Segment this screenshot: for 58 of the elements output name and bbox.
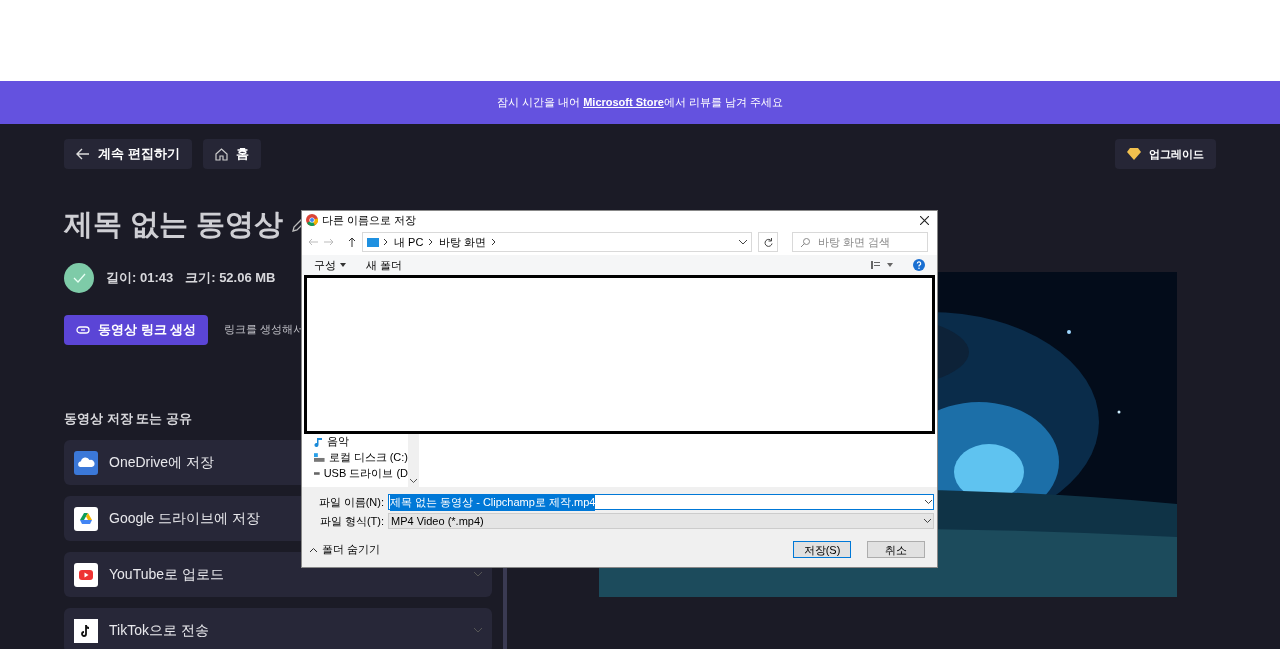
refresh-button[interactable] <box>758 232 778 252</box>
home-icon <box>214 147 228 161</box>
dialog-title: 다른 이름으로 저장 <box>322 212 417 228</box>
chevron-down-icon <box>474 572 482 577</box>
section-heading: 동영상 저장 또는 공유 <box>64 409 193 428</box>
monitor-icon <box>367 237 379 247</box>
store-link[interactable]: Microsoft Store <box>583 96 664 109</box>
chevron-down-icon <box>474 628 482 633</box>
chevron-down-icon <box>924 518 931 523</box>
link-icon <box>76 325 90 334</box>
check-icon <box>64 262 94 293</box>
cancel-button[interactable]: 취소 <box>867 541 925 558</box>
breadcrumb-item[interactable]: 바탕 화면 <box>439 233 487 251</box>
share-option[interactable]: TikTok으로 전송 <box>64 608 492 649</box>
chevron-right-icon <box>384 239 388 245</box>
folder-tree-item[interactable]: USB 드라이브 (D <box>314 466 408 481</box>
search-field[interactable]: 바탕 화면 검색 <box>792 232 928 252</box>
music-note-icon <box>314 436 323 447</box>
chevron-down-icon[interactable] <box>739 239 747 245</box>
chevron-right-icon <box>492 239 497 245</box>
filename-label: 파일 이름(N): <box>317 495 384 510</box>
file-type-dropdown[interactable]: MP4 Video (*.mp4) <box>388 512 934 529</box>
chevron-right-icon <box>429 239 434 245</box>
breadcrumb-item[interactable]: 내 PC <box>394 233 424 251</box>
diamond-icon <box>1127 148 1141 160</box>
video-length: 길이: 01:43 <box>106 268 174 287</box>
close-icon[interactable] <box>920 215 929 225</box>
chevron-down-icon <box>925 500 932 505</box>
play-icon <box>74 562 98 587</box>
view-options-icon[interactable] <box>871 261 893 269</box>
music-note-icon <box>74 618 98 643</box>
cloud-icon <box>74 450 98 475</box>
home-button[interactable]: 홈 <box>202 139 261 169</box>
back-button[interactable]: 계속 편집하기 <box>64 139 192 169</box>
chrome-icon <box>306 214 318 226</box>
file-type-label: 파일 형식(T): <box>318 513 384 529</box>
address-bar[interactable]: 내 PC 바탕 화면 <box>362 232 752 252</box>
video-size: 크기: 52.06 MB <box>185 268 276 287</box>
refresh-icon <box>763 237 773 247</box>
dropdown-icon <box>340 263 346 267</box>
search-icon <box>801 237 810 247</box>
upgrade-button[interactable]: 업그레이드 <box>1115 139 1216 169</box>
filename-field[interactable]: 제목 없는 동영상 - Clipchamp로 제작.mp4 <box>388 494 934 511</box>
drive-icon <box>314 453 325 462</box>
organize-menu[interactable]: 구성 <box>314 256 346 274</box>
new-folder-button[interactable]: 새 폴더 <box>366 256 403 274</box>
review-message: 잠시 시간을 내어 Microsoft Store에서 리뷰를 남겨 주세요 <box>497 95 783 111</box>
help-icon[interactable] <box>913 259 925 271</box>
save-button[interactable]: 저장(S) <box>793 541 851 558</box>
video-title: 제목 없는 동영상 <box>64 207 284 242</box>
drive-icon <box>74 506 98 531</box>
scroll-down-icon[interactable] <box>410 479 417 483</box>
chevron-up-icon <box>310 547 317 552</box>
create-link-button[interactable]: 동영상 링크 생성 <box>64 314 209 345</box>
drive-icon <box>314 471 320 476</box>
folder-tree-item[interactable]: 로컬 디스크 (C:) <box>314 450 408 465</box>
back-arrow-icon <box>76 148 90 160</box>
up-arrow-icon[interactable] <box>348 237 356 247</box>
